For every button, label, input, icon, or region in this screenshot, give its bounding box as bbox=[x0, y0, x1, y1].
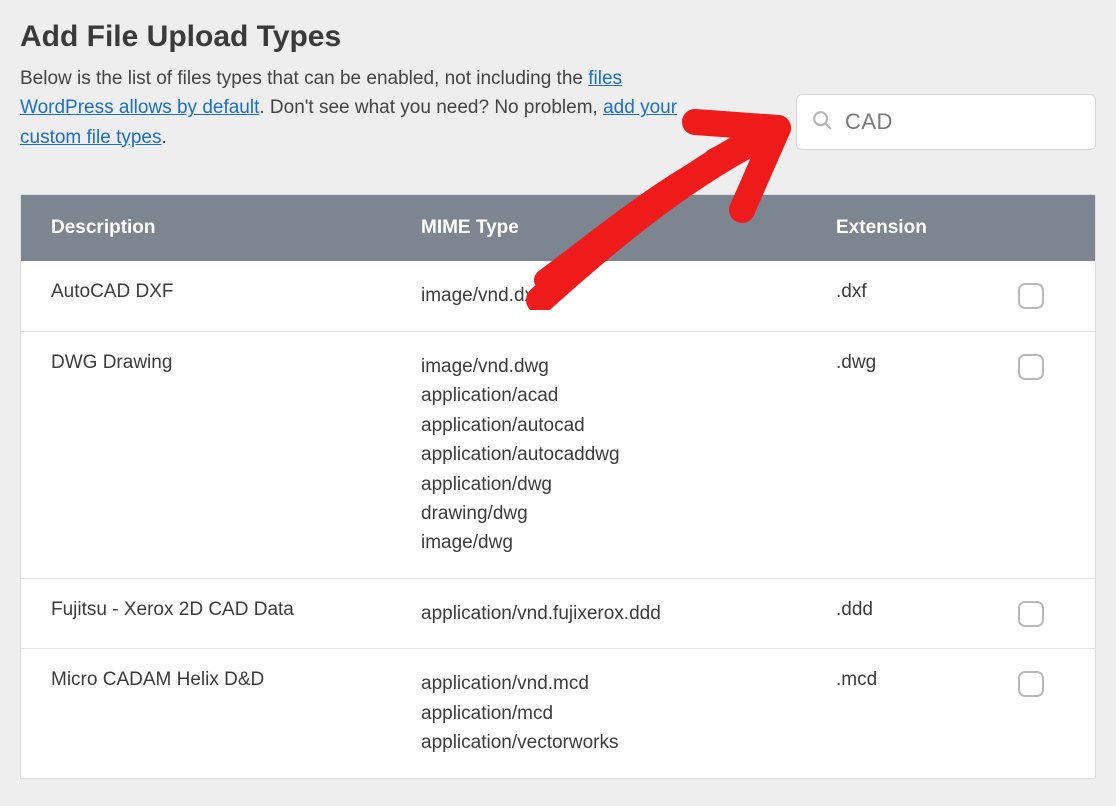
col-header-mime: MIME Type bbox=[421, 217, 836, 239]
cell-mime: application/vnd.mcdapplication/mcdapplic… bbox=[421, 669, 836, 757]
mime-value: application/autocaddwg bbox=[421, 440, 836, 469]
page-title: Add File Upload Types bbox=[20, 20, 1096, 54]
intro-segment: . bbox=[162, 127, 167, 148]
cell-description: DWG Drawing bbox=[51, 352, 421, 374]
mime-value: application/vectorworks bbox=[421, 728, 836, 757]
intro-text: Below is the list of files types that ca… bbox=[20, 64, 700, 152]
table-row: AutoCAD DXFimage/vnd.dxf.dxf bbox=[21, 261, 1095, 330]
enable-checkbox[interactable] bbox=[1018, 283, 1044, 309]
intro-segment: Below is the list of files types that ca… bbox=[20, 68, 588, 89]
mime-value: application/acad bbox=[421, 381, 836, 410]
cell-mime: application/vnd.fujixerox.ddd bbox=[421, 599, 836, 628]
mime-value: image/vnd.dxf bbox=[421, 281, 836, 310]
mime-value: application/autocad bbox=[421, 411, 836, 440]
enable-checkbox[interactable] bbox=[1018, 354, 1044, 380]
mime-value: image/dwg bbox=[421, 528, 836, 557]
mime-value: application/dwg bbox=[421, 470, 836, 499]
cell-description: AutoCAD DXF bbox=[51, 281, 421, 303]
search-box[interactable] bbox=[796, 94, 1096, 150]
mime-value: application/vnd.mcd bbox=[421, 669, 836, 698]
enable-checkbox[interactable] bbox=[1018, 671, 1044, 697]
col-header-extension: Extension bbox=[836, 217, 1011, 239]
mime-value: drawing/dwg bbox=[421, 499, 836, 528]
mime-value: application/vnd.fujixerox.ddd bbox=[421, 599, 836, 628]
mime-value: image/vnd.dwg bbox=[421, 352, 836, 381]
cell-extension: .dxf bbox=[836, 281, 1011, 303]
intro-segment: . Don't see what you need? No problem, bbox=[259, 97, 603, 118]
search-input[interactable] bbox=[845, 109, 1081, 135]
cell-description: Fujitsu - Xerox 2D CAD Data bbox=[51, 599, 421, 621]
mime-value: application/mcd bbox=[421, 699, 836, 728]
col-header-description: Description bbox=[51, 217, 421, 239]
cell-description: Micro CADAM Helix D&D bbox=[51, 669, 421, 691]
cell-mime: image/vnd.dwgapplication/acadapplication… bbox=[421, 352, 836, 558]
table-row: Fujitsu - Xerox 2D CAD Dataapplication/v… bbox=[21, 578, 1095, 648]
table-header: Description MIME Type Extension bbox=[21, 195, 1095, 261]
enable-checkbox[interactable] bbox=[1018, 601, 1044, 627]
file-types-table: Description MIME Type Extension AutoCAD … bbox=[20, 194, 1096, 778]
search-icon bbox=[811, 109, 845, 136]
cell-extension: .ddd bbox=[836, 599, 1011, 621]
cell-mime: image/vnd.dxf bbox=[421, 281, 836, 310]
table-row: Micro CADAM Helix D&Dapplication/vnd.mcd… bbox=[21, 648, 1095, 777]
cell-extension: .dwg bbox=[836, 352, 1011, 374]
table-row: DWG Drawingimage/vnd.dwgapplication/acad… bbox=[21, 331, 1095, 578]
cell-extension: .mcd bbox=[836, 669, 1011, 691]
